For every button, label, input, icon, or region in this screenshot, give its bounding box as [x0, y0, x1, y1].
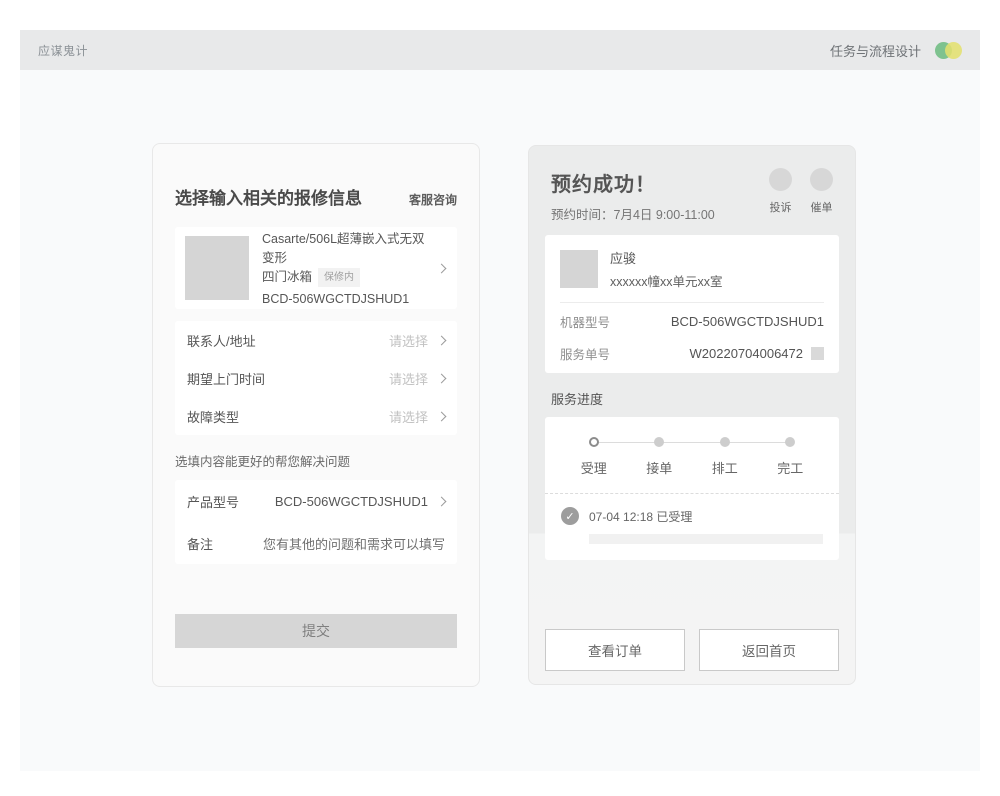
repair-form-screen: 选择输入相关的报修信息 客服咨询 Casarte/506L超薄嵌入式无双变形 四… [152, 143, 480, 687]
product-image-placeholder [185, 236, 249, 300]
progress-stepper: 受理 接单 排工 完工 [561, 437, 823, 477]
booking-title: 预约成功！ [551, 168, 715, 197]
step-completed: 完工 [758, 437, 824, 477]
urge-order-button[interactable]: 催单 [810, 168, 833, 215]
field-placeholder: 请选择 [389, 407, 428, 426]
step-order-taken: 接单 [627, 437, 693, 477]
avatar [560, 250, 598, 288]
complaint-icon [769, 168, 792, 191]
log-time: 07-04 12:18 [589, 510, 653, 524]
product-name-line2: 四门冰箱保修内 [262, 268, 425, 287]
submit-button[interactable]: 提交 [175, 614, 457, 648]
workspace-label: 任务与流程设计 [830, 41, 921, 60]
check-icon: ✓ [561, 507, 579, 525]
optional-section-hint: 选填内容能更好的帮您解决问题 [175, 451, 457, 470]
service-order-row: 服务单号 W20220704006472 [560, 339, 824, 367]
machine-model-row: 机器型号 BCD-506WGCTDJSHUD1 [560, 307, 824, 335]
product-info: Casarte/506L超薄嵌入式无双变形 四门冰箱保修内 BCD-506WGC… [262, 230, 425, 306]
contact-row: 应骏 xxxxxx幢xx单元xx室 [560, 248, 824, 290]
product-name-line1: Casarte/506L超薄嵌入式无双变形 [262, 230, 425, 268]
view-order-button[interactable]: 查看订单 [545, 629, 685, 671]
field-row-visit-time[interactable]: 期望上门时间 请选择 [175, 359, 457, 397]
repair-form-header: 选择输入相关的报修信息 客服咨询 [175, 184, 457, 209]
log-text: 07-04 12:18 已受理 [589, 508, 692, 525]
page-title: 选择输入相关的报修信息 [175, 184, 362, 209]
step-dot-icon [589, 437, 599, 447]
back-home-button[interactable]: 返回首页 [699, 629, 839, 671]
contact-text: 应骏 xxxxxx幢xx单元xx室 [610, 248, 723, 290]
top-bar: 应谋鬼计 任务与流程设计 [20, 30, 980, 70]
chevron-right-icon [437, 263, 447, 273]
topbar-right: 任务与流程设计 [830, 41, 962, 60]
required-fields-section: 联系人/地址 请选择 期望上门时间 请选择 故障类型 请选择 [175, 321, 457, 435]
order-info-card: 应骏 xxxxxx幢xx单元xx室 机器型号 BCD-506WGCTDJSHUD… [545, 235, 839, 373]
divider [560, 302, 824, 303]
field-placeholder: 请选择 [389, 369, 428, 388]
step-dot-icon [720, 437, 730, 447]
complaint-button[interactable]: 投诉 [769, 168, 792, 215]
brand-name: 应谋鬼计 [38, 42, 88, 59]
chevron-right-icon [437, 411, 447, 421]
field-row-contact-address[interactable]: 联系人/地址 请选择 [175, 321, 457, 359]
chevron-right-icon [437, 496, 447, 506]
app-frame: 应谋鬼计 任务与流程设计 选择输入相关的报修信息 客服咨询 Casarte/50… [20, 30, 980, 771]
brand-logo-icon[interactable] [935, 42, 962, 59]
canvas-area: 选择输入相关的报修信息 客服咨询 Casarte/506L超薄嵌入式无双变形 四… [20, 70, 980, 771]
quick-actions: 投诉 催单 [769, 168, 833, 215]
field-row-fault-type[interactable]: 故障类型 请选择 [175, 397, 457, 435]
progress-log-entry: ✓ 07-04 12:18 已受理 [561, 507, 823, 525]
product-card[interactable]: Casarte/506L超薄嵌入式无双变形 四门冰箱保修内 BCD-506WGC… [175, 227, 457, 309]
chevron-right-icon [437, 373, 447, 383]
design-preview-page: 应谋鬼计 任务与流程设计 选择输入相关的报修信息 客服咨询 Casarte/50… [0, 0, 1000, 796]
booking-success-screen: 预约成功！ 预约时间：7月4日 9:00-11:00 投诉 催单 [528, 145, 856, 685]
product-model: BCD-506WGCTDJSHUD1 [262, 292, 425, 306]
customer-service-link[interactable]: 客服咨询 [409, 191, 457, 208]
warranty-badge: 保修内 [318, 268, 360, 287]
field-row-remark[interactable]: 备注 您有其他的问题和需求可以填写 [175, 522, 457, 564]
field-row-product-model[interactable]: 产品型号 BCD-506WGCTDJSHUD1 [175, 480, 457, 522]
dashed-divider [545, 493, 839, 494]
booking-header: 预约成功！ 预约时间：7月4日 9:00-11:00 投诉 催单 [545, 168, 839, 223]
log-status: 已受理 [656, 510, 692, 524]
contact-address: xxxxxx幢xx单元xx室 [610, 271, 723, 290]
step-dot-icon [785, 437, 795, 447]
optional-fields-section: 产品型号 BCD-506WGCTDJSHUD1 备注 您有其他的问题和需求可以填… [175, 480, 457, 564]
remark-placeholder: 您有其他的问题和需求可以填写 [263, 534, 445, 553]
service-progress-card: 受理 接单 排工 完工 [545, 417, 839, 560]
copy-icon[interactable] [811, 347, 824, 360]
booking-header-text: 预约成功！ 预约时间：7月4日 9:00-11:00 [551, 168, 715, 223]
chevron-right-icon [437, 335, 447, 345]
contact-name: 应骏 [610, 248, 723, 267]
booking-time: 预约时间：7月4日 9:00-11:00 [551, 204, 715, 223]
urge-order-icon [810, 168, 833, 191]
service-progress-title: 服务进度 [551, 389, 833, 408]
step-accepted: 受理 [561, 437, 627, 477]
booking-footer-buttons: 查看订单 返回首页 [545, 629, 839, 671]
step-scheduled: 排工 [692, 437, 758, 477]
log-detail-placeholder [589, 534, 823, 544]
field-placeholder: 请选择 [389, 331, 428, 350]
step-dot-icon [654, 437, 664, 447]
